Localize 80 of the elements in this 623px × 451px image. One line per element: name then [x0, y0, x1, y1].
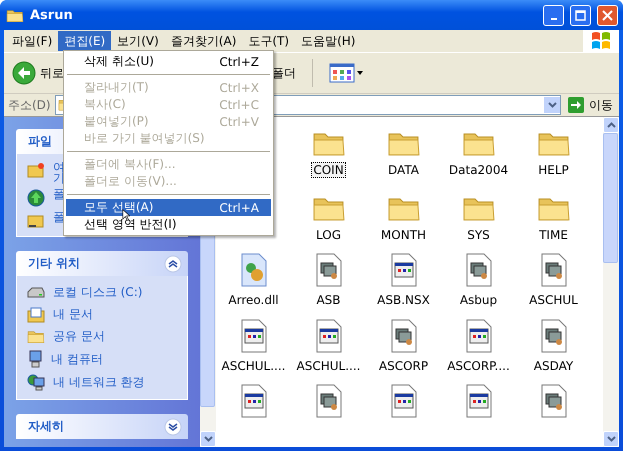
scrollbar[interactable]: [603, 117, 619, 447]
place-link[interactable]: 내 컴퓨터: [51, 350, 103, 368]
window-file-icon: [390, 384, 418, 418]
file-name[interactable]: COIN: [311, 162, 346, 178]
file-name[interactable]: Data2004: [446, 162, 510, 178]
program-file-icon: [390, 318, 418, 353]
menu-item[interactable]: 파일(F): [6, 31, 58, 51]
drive-icon: [27, 286, 45, 298]
menu-item[interactable]: 보기(V): [111, 31, 165, 51]
file-name[interactable]: ASCHUL: [527, 292, 580, 308]
file-name[interactable]: Arreo.dll: [226, 292, 281, 308]
close-icon: [602, 10, 613, 20]
program-file-icon: [540, 318, 568, 353]
caret-icon: [357, 71, 363, 75]
file-name[interactable]: SYS: [465, 227, 492, 244]
menu-item[interactable]: 선택 영역 반전(I): [66, 216, 271, 233]
section-title: 자세히: [28, 418, 64, 435]
program-file-icon: [314, 253, 342, 288]
file-name[interactable]: ASDAY: [532, 358, 576, 374]
place-link[interactable]: 로컬 디스크 (C:): [53, 284, 142, 301]
window-file-icon: [314, 318, 342, 353]
task-link[interactable]: 폴: [53, 189, 65, 200]
file-name[interactable]: Asbup: [458, 292, 500, 308]
window-file-icon: [464, 384, 492, 418]
scroll-up-icon[interactable]: [606, 122, 616, 128]
scroll-down-icon[interactable]: [606, 436, 616, 442]
views-button[interactable]: [327, 61, 365, 85]
folder-icon: [27, 162, 45, 178]
program-file-icon: [314, 384, 342, 418]
file-name[interactable]: DATA: [386, 162, 421, 178]
window-file-icon: [240, 318, 268, 353]
program-file-icon: [464, 253, 492, 288]
documents-folder-icon: [27, 306, 45, 322]
place-link[interactable]: 내 네트워크 환경: [53, 374, 145, 390]
address-label: 주소(D): [8, 96, 51, 114]
menu-item[interactable]: 편집(E): [58, 31, 112, 51]
maximize-icon: [575, 10, 586, 20]
file-name[interactable]: ASCORP: [376, 358, 430, 374]
minimize-icon: [550, 18, 556, 20]
computer-icon: [27, 350, 43, 368]
file-name[interactable]: MONTH: [378, 227, 428, 244]
file-name[interactable]: TIME: [537, 227, 570, 244]
menu-item[interactable]: 도움말(H): [295, 31, 362, 51]
close-button[interactable]: [597, 4, 618, 26]
file-name[interactable]: HELP: [536, 162, 571, 178]
file-name[interactable]: ASB: [314, 292, 343, 308]
window-file-icon: [240, 384, 268, 418]
program-file-icon: [540, 253, 568, 288]
window-title: Asrun: [30, 8, 74, 22]
dll-file-icon: [240, 253, 268, 288]
file-name[interactable]: LOG: [314, 227, 343, 244]
file-name[interactable]: ASB.NSX: [375, 292, 432, 308]
scroll-down-icon[interactable]: [204, 436, 212, 442]
menu-item[interactable]: 즐겨찾기(A): [164, 31, 242, 51]
file-name[interactable]: ASCORP....: [445, 358, 512, 374]
section-title: 파일: [28, 133, 52, 150]
collapse-icon[interactable]: [164, 254, 182, 272]
maximize-button[interactable]: [570, 4, 591, 26]
folder-icon: [6, 8, 24, 22]
folders-button[interactable]: 폴더: [270, 62, 298, 84]
views-grid-icon: [329, 63, 355, 83]
task-link[interactable]: 폴: [53, 212, 65, 223]
place-link[interactable]: 내 문서: [53, 306, 93, 323]
menu-item[interactable]: 모두 선택(A) Ctrl+A: [66, 199, 271, 216]
folder-icon: [27, 329, 45, 344]
window-file-icon: [390, 253, 418, 288]
file-name[interactable]: ASCHUL....: [294, 358, 362, 374]
program-file-icon: [540, 384, 568, 418]
minimize-button[interactable]: [543, 4, 564, 26]
task-link[interactable]: 여 기: [53, 162, 65, 184]
expand-icon[interactable]: [164, 418, 182, 436]
file-name[interactable]: ASCHUL....: [220, 358, 288, 374]
window-file-icon: [464, 318, 492, 353]
place-link[interactable]: 공유 문서: [53, 328, 105, 345]
section-title: 기타 위치: [28, 255, 80, 272]
windows-flag-icon: [589, 30, 613, 52]
menu-item[interactable]: 도구(T): [242, 31, 296, 51]
menu-item[interactable]: 삭제 취소(U) Ctrl+Z: [66, 53, 271, 70]
go-button[interactable]: 이동: [565, 96, 615, 114]
network-icon: [27, 373, 45, 391]
